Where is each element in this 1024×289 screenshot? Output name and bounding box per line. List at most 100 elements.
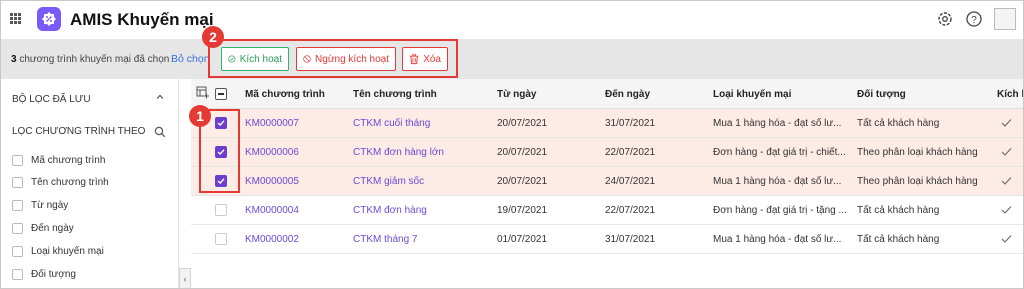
- table-row[interactable]: KM0000002 CTKM tháng 7 01/07/2021 31/07/…: [191, 225, 1023, 254]
- delete-label: Xóa: [423, 53, 441, 65]
- block-icon: [303, 55, 311, 63]
- filter-option[interactable]: Đến ngày: [12, 221, 74, 235]
- program-code[interactable]: KM0000005: [245, 176, 299, 187]
- from-date: 20/07/2021: [497, 118, 548, 129]
- from-date: 19/07/2021: [497, 205, 548, 216]
- column-header[interactable]: Loại khuyến mại: [713, 89, 791, 100]
- from-date: 20/07/2021: [497, 176, 548, 187]
- program-name[interactable]: CTKM đơn hàng: [353, 205, 427, 216]
- target-audience: Tất cả khách hàng: [857, 118, 940, 129]
- promotion-type: Mua 1 hàng hóa - đạt số lư...: [713, 234, 842, 245]
- to-date: 31/07/2021: [605, 234, 656, 245]
- table-row[interactable]: KM0000007 CTKM cuối tháng 20/07/2021 31/…: [191, 109, 1023, 138]
- checkbox[interactable]: [12, 176, 23, 188]
- table-header: Mã chương trình Tên chương trình Từ ngày…: [191, 79, 1023, 109]
- filter-option[interactable]: Từ ngày: [12, 198, 68, 212]
- promotion-type: Mua 1 hàng hóa - đạt số lư...: [713, 118, 842, 129]
- column-header[interactable]: Tên chương trình: [353, 89, 437, 100]
- active-check-icon: [1001, 177, 1012, 185]
- unselect-link[interactable]: Bỏ chọn: [171, 53, 210, 65]
- help-icon[interactable]: ?: [965, 10, 983, 28]
- svg-text:?: ?: [971, 15, 977, 26]
- row-checkbox[interactable]: [215, 233, 227, 245]
- checkbox[interactable]: [12, 154, 23, 166]
- delete-button[interactable]: Xóa: [402, 47, 448, 71]
- collapse-sidebar-button[interactable]: ‹: [179, 268, 191, 288]
- target-audience: Theo phân loại khách hàng: [857, 176, 978, 187]
- to-date: 24/07/2021: [605, 176, 656, 187]
- target-audience: Tất cả khách hàng: [857, 234, 940, 245]
- filter-option[interactable]: Loại khuyến mại: [12, 244, 104, 258]
- active-check-icon: [1001, 148, 1012, 156]
- filter-sidebar: BỘ LỌC ĐÃ LƯU LỌC CHƯƠNG TRÌNH THEO Mã c…: [1, 79, 179, 288]
- promotion-type: Đơn hàng - đạt giá trị - chiết...: [713, 147, 846, 158]
- checkbox[interactable]: [12, 245, 23, 257]
- active-check-icon: [1001, 206, 1012, 214]
- row-checkbox[interactable]: [215, 204, 227, 216]
- target-audience: Tất cả khách hàng: [857, 205, 940, 216]
- select-all-checkbox[interactable]: [215, 88, 227, 100]
- check-circle-icon: [228, 55, 236, 63]
- to-date: 22/07/2021: [605, 147, 656, 158]
- annotation-step-2: 2: [202, 26, 224, 48]
- program-code[interactable]: KM0000007: [245, 118, 299, 129]
- promotion-type: Đơn hàng - đạt giá trị - tặng ...: [713, 205, 847, 216]
- filter-by-title: LỌC CHƯƠNG TRÌNH THEO: [12, 126, 146, 137]
- program-name[interactable]: CTKM đơn hàng lớn: [353, 147, 444, 158]
- target-audience: Theo phân loại khách hàng: [857, 147, 978, 158]
- saved-filters-title: BỘ LỌC ĐÃ LƯU: [12, 94, 91, 105]
- app-header: AMIS Khuyến mại ?: [1, 1, 1023, 39]
- table-row[interactable]: KM0000005 CTKM giảm sốc 20/07/2021 24/07…: [191, 167, 1023, 196]
- active-check-icon: [1001, 119, 1012, 127]
- filter-option-label: Từ ngày: [31, 199, 69, 211]
- activate-label: Kích hoạt: [239, 53, 282, 65]
- program-name[interactable]: CTKM giảm sốc: [353, 176, 424, 187]
- column-settings-icon[interactable]: [196, 86, 209, 99]
- from-date: 01/07/2021: [497, 234, 548, 245]
- trash-icon: [409, 54, 419, 65]
- to-date: 22/07/2021: [605, 205, 656, 216]
- filter-option-label: Loại khuyến mại: [31, 245, 104, 257]
- checkbox[interactable]: [12, 199, 23, 211]
- avatar[interactable]: [994, 8, 1016, 30]
- selection-toolbar: 3 chương trình khuyến mại đã chọn Bỏ chọ…: [1, 39, 1023, 79]
- deactivate-label: Ngừng kích hoạt: [315, 53, 389, 65]
- activate-button[interactable]: Kích hoạt: [221, 47, 289, 71]
- program-name[interactable]: CTKM tháng 7: [353, 234, 417, 245]
- program-code[interactable]: KM0000006: [245, 147, 299, 158]
- filter-option-label: Đến ngày: [31, 222, 74, 234]
- column-header[interactable]: Từ ngày: [497, 89, 536, 100]
- program-code[interactable]: KM0000002: [245, 234, 299, 245]
- to-date: 31/07/2021: [605, 118, 656, 129]
- table-row[interactable]: KM0000006 CTKM đơn hàng lớn 20/07/2021 2…: [191, 138, 1023, 167]
- program-code[interactable]: KM0000004: [245, 205, 299, 216]
- from-date: 20/07/2021: [497, 147, 548, 158]
- app-title: AMIS Khuyến mại: [70, 10, 214, 29]
- selection-count: 3 chương trình khuyến mại đã chọn: [11, 54, 170, 65]
- column-header[interactable]: Mã chương trình: [245, 89, 325, 100]
- gear-icon[interactable]: [936, 10, 954, 28]
- checkbox[interactable]: [12, 268, 23, 280]
- checkbox[interactable]: [12, 222, 23, 234]
- app-window: AMIS Khuyến mại ? 3 chương trình khuyến …: [0, 0, 1024, 289]
- column-header[interactable]: Đến ngày: [605, 89, 650, 100]
- deactivate-button[interactable]: Ngừng kích hoạt: [296, 47, 396, 71]
- app-logo-icon: [37, 7, 61, 31]
- apps-grid-icon[interactable]: [10, 13, 21, 24]
- filter-option[interactable]: Đối tượng: [12, 267, 76, 281]
- column-header[interactable]: Đối tượng: [857, 89, 906, 100]
- filter-option-label: Mã chương trình: [31, 154, 106, 166]
- column-header[interactable]: Kích h: [997, 89, 1023, 100]
- annotation-step-1: 1: [189, 105, 211, 127]
- table-row[interactable]: KM0000004 CTKM đơn hàng 19/07/2021 22/07…: [191, 196, 1023, 225]
- promotion-table: Mã chương trình Tên chương trình Từ ngày…: [191, 79, 1023, 288]
- filter-option[interactable]: Mã chương trình: [12, 153, 105, 167]
- filter-option[interactable]: Tên chương trình: [12, 175, 109, 189]
- chevron-up-icon[interactable]: [155, 92, 165, 102]
- filter-option-label: Tên chương trình: [31, 176, 109, 188]
- active-check-icon: [1001, 235, 1012, 243]
- program-name[interactable]: CTKM cuối tháng: [353, 118, 430, 129]
- filter-option-label: Đối tượng: [31, 268, 76, 280]
- search-icon[interactable]: [154, 126, 166, 138]
- promotion-type: Mua 1 hàng hóa - đạt số lư...: [713, 176, 842, 187]
